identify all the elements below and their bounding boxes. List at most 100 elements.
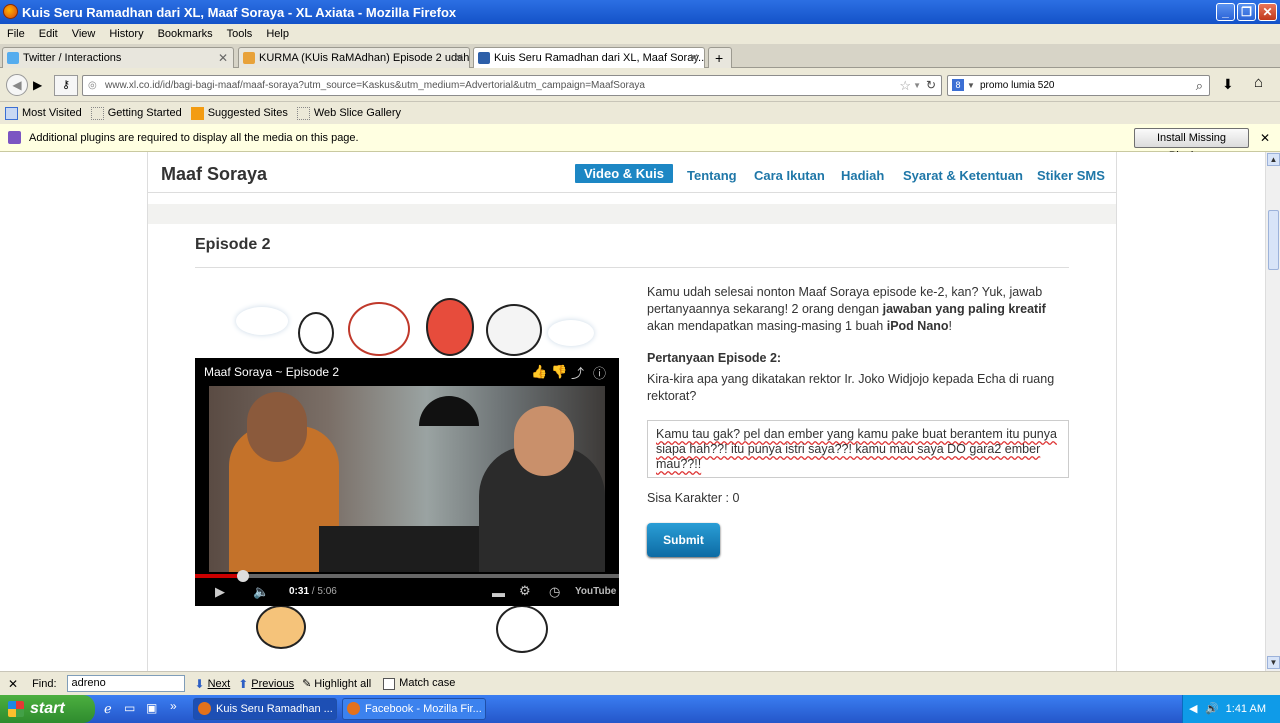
chevron-right-icon[interactable]: » xyxy=(170,699,177,713)
answer-textarea[interactable]: Kamu tau gak? pel dan ember yang kamu pa… xyxy=(647,420,1069,478)
video-frame[interactable] xyxy=(209,386,605,572)
bookmark-label: Suggested Sites xyxy=(207,107,288,119)
video-scrubber-handle[interactable] xyxy=(237,570,250,582)
tab-close-icon[interactable]: ✕ xyxy=(218,48,228,68)
video-progress-fill xyxy=(195,574,244,578)
dislike-icon[interactable]: 👎 xyxy=(551,364,567,380)
clock[interactable]: 1:41 AM xyxy=(1226,703,1266,715)
volume-icon[interactable]: 🔈 xyxy=(253,584,269,600)
highlight-all-button[interactable]: Highlight all xyxy=(314,678,371,690)
menu-tools[interactable]: Tools xyxy=(227,28,253,40)
youtube-logo[interactable]: YouTube xyxy=(575,586,616,597)
nav-video-kuis[interactable]: Video & Kuis xyxy=(575,164,673,183)
search-input[interactable]: 8 ▼ promo lumia 520 ⌕ xyxy=(947,75,1210,96)
firefox-icon xyxy=(198,702,211,715)
close-button[interactable]: ✕ xyxy=(1258,3,1277,21)
video-title[interactable]: Maaf Soraya ~ Episode 2 xyxy=(204,365,339,379)
url-bar[interactable]: ◎ www.xl.co.id/id/bagi-bagi-maaf/maaf-so… xyxy=(82,75,942,96)
bookmark-label: Most Visited xyxy=(22,107,82,119)
tab-close-icon[interactable]: ✕ xyxy=(689,48,699,68)
twitter-icon xyxy=(7,52,19,64)
desc-bold: jawaban yang paling kreatif xyxy=(882,302,1046,316)
tab-kuis-seru[interactable]: Kuis Seru Ramadhan dari XL, Maaf Soray..… xyxy=(473,47,705,69)
find-input[interactable]: adreno xyxy=(66,675,185,692)
menu-edit[interactable]: Edit xyxy=(39,28,58,40)
chevron-down-icon[interactable]: ▼ xyxy=(967,76,975,95)
volume-icon[interactable]: 🔊 xyxy=(1205,695,1219,723)
captions-icon[interactable]: ▬ xyxy=(492,585,505,600)
menu-view[interactable]: View xyxy=(72,28,96,40)
watch-later-icon[interactable]: ◷ xyxy=(549,584,560,600)
start-button[interactable]: start xyxy=(0,695,95,723)
tab-bar: Twitter / Interactions ✕ KURMA (KUis RaM… xyxy=(0,44,1280,69)
scroll-thumb[interactable] xyxy=(1268,210,1279,270)
gear-icon[interactable]: ⚙ xyxy=(519,583,531,599)
bookmark-most-visited[interactable]: Most Visited xyxy=(5,106,82,120)
find-bar: ✕ Find: adreno ⬇ Next ⬆ Previous ✎ Highl… xyxy=(0,671,1280,695)
minimize-button[interactable]: _ xyxy=(1216,3,1235,21)
bookmark-suggested-sites[interactable]: Suggested Sites xyxy=(190,106,288,120)
submit-button[interactable]: Submit xyxy=(647,523,720,557)
site-brand[interactable]: Maaf Soraya xyxy=(161,164,267,185)
chevron-down-icon[interactable]: ▼ xyxy=(913,76,921,95)
scroll-down-icon[interactable]: ▼ xyxy=(1267,656,1280,669)
media-icon[interactable]: ▣ xyxy=(146,701,157,715)
tab-twitter[interactable]: Twitter / Interactions ✕ xyxy=(2,47,234,68)
search-value: promo lumia 520 xyxy=(980,80,1055,91)
tab-kurma[interactable]: KURMA (KUis RaMAdhan) Episode 2 udah... … xyxy=(238,47,470,68)
taskbar-item-firefox-kuis[interactable]: Kuis Seru Ramadhan ... xyxy=(193,698,337,720)
tab-close-icon[interactable]: ✕ xyxy=(454,48,464,68)
bookmark-web-slice[interactable]: Web Slice Gallery xyxy=(296,106,401,120)
video-scene-figure xyxy=(247,392,307,462)
back-icon[interactable]: ◀ xyxy=(6,74,28,96)
video-time: 0:31 / 5:06 xyxy=(289,586,337,597)
page-scrollbar[interactable]: ▲ ▼ xyxy=(1265,152,1280,671)
reload-icon[interactable]: ↻ xyxy=(926,76,936,95)
close-icon[interactable]: ✕ xyxy=(8,677,18,691)
taskbar-item-firefox-facebook[interactable]: Facebook - Mozilla Fir... xyxy=(342,698,486,720)
cloud-decoration xyxy=(236,307,288,335)
video-current-time: 0:31 xyxy=(289,586,310,597)
nav-stiker-sms[interactable]: Stiker SMS xyxy=(1037,168,1105,183)
find-previous-button[interactable]: Previous xyxy=(251,678,294,690)
like-icon[interactable]: 👍 xyxy=(531,364,547,380)
highlight-icon[interactable]: ✎ xyxy=(302,677,311,690)
bookmark-getting-started[interactable]: Getting Started xyxy=(90,106,182,120)
match-case-option[interactable]: Match case xyxy=(383,677,455,690)
nav-cara-ikutan[interactable]: Cara Ikutan xyxy=(754,168,825,183)
arrow-down-icon[interactable]: ⬇ xyxy=(195,677,205,691)
ie-icon[interactable]: ℯ xyxy=(104,701,112,717)
key-icon[interactable]: ⚷ xyxy=(54,75,78,96)
home-icon[interactable]: ⌂ xyxy=(1254,74,1263,91)
nav-hadiah[interactable]: Hadiah xyxy=(841,168,884,183)
nav-tentang[interactable]: Tentang xyxy=(687,168,737,183)
maximize-button[interactable]: ❐ xyxy=(1237,3,1256,21)
menu-bookmarks[interactable]: Bookmarks xyxy=(158,28,213,40)
video-player[interactable]: Maaf Soraya ~ Episode 2 👍 👎 ⤴ ⓘ ▶ 🔈 0:31… xyxy=(195,358,619,606)
menu-file[interactable]: File xyxy=(7,28,25,40)
menu-history[interactable]: History xyxy=(109,28,143,40)
forward-icon[interactable]: ▶ xyxy=(33,78,42,92)
install-plugins-button[interactable]: Install Missing Plugins... xyxy=(1134,128,1249,162)
download-icon[interactable]: ⬇ xyxy=(1222,76,1234,93)
play-icon[interactable]: ▶ xyxy=(215,584,225,600)
search-icon[interactable]: ⌕ xyxy=(1196,76,1203,95)
share-icon[interactable]: ⤴ xyxy=(571,363,584,382)
menu-help[interactable]: Help xyxy=(266,28,289,40)
find-next-button[interactable]: Next xyxy=(208,678,231,690)
tray-arrow-icon[interactable]: ◀ xyxy=(1189,695,1197,723)
video-progress-bar[interactable] xyxy=(195,570,619,582)
new-tab-button[interactable]: + xyxy=(708,47,732,68)
match-case-checkbox[interactable] xyxy=(383,677,396,690)
character-sticker xyxy=(298,312,334,354)
nav-syarat[interactable]: Syarat & Ketentuan xyxy=(903,168,1023,183)
start-label: start xyxy=(30,700,65,717)
desktop-icon[interactable]: ▭ xyxy=(124,701,135,715)
remaining-characters: Sisa Karakter : 0 xyxy=(647,491,740,505)
arrow-up-icon[interactable]: ⬆ xyxy=(238,677,248,691)
close-icon[interactable]: ✕ xyxy=(1260,131,1270,145)
scroll-up-icon[interactable]: ▲ xyxy=(1267,153,1280,166)
window-titlebar: Kuis Seru Ramadhan dari XL, Maaf Soraya … xyxy=(0,0,1280,24)
info-icon[interactable]: ⓘ xyxy=(593,363,606,382)
bookmark-star-icon[interactable]: ☆ xyxy=(899,76,911,95)
